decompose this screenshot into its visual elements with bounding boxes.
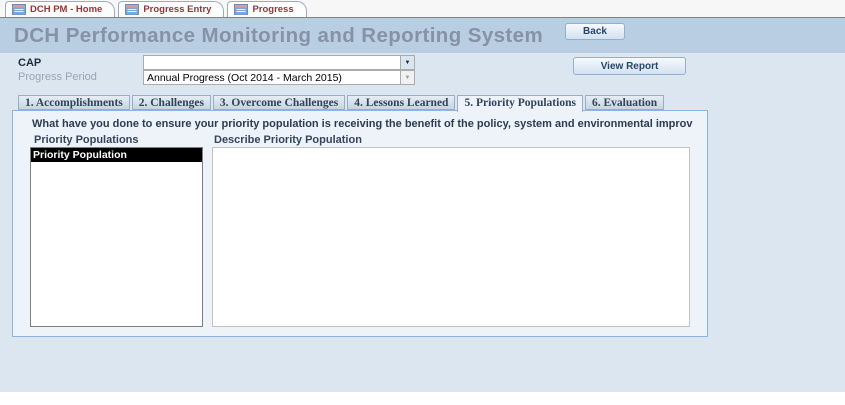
form-icon — [125, 4, 140, 15]
doc-tab-label: Progress — [252, 4, 294, 15]
cap-dropdown-arrow-icon[interactable]: ▼ — [400, 56, 414, 69]
doc-tab-label: Progress Entry — [143, 4, 212, 15]
tab-lessons-learned[interactable]: 4. Lessons Learned — [347, 95, 456, 110]
doc-tab-progress-entry[interactable]: Progress Entry — [118, 1, 225, 17]
tab-priority-populations[interactable]: 5. Priority Populations — [457, 95, 583, 112]
cap-label: CAP — [18, 57, 42, 69]
tab-accomplishments[interactable]: 1. Accomplishments — [18, 95, 130, 110]
tab-overcome-challenges[interactable]: 3. Overcome Challenges — [212, 95, 346, 110]
form-icon — [234, 4, 249, 15]
progress-period-combobox: Annual Progress (Oct 2014 - March 2015) … — [143, 70, 415, 85]
progress-period-label: Progress Period — [18, 71, 97, 83]
back-button[interactable]: Back — [565, 23, 625, 40]
priority-populations-list-label: Priority Populations — [34, 134, 139, 146]
bottom-white-strip — [0, 392, 845, 405]
priority-populations-listbox[interactable]: Priority Population — [30, 147, 203, 327]
cap-combobox-value[interactable] — [144, 56, 400, 69]
progress-period-value: Annual Progress (Oct 2014 - March 2015) — [147, 72, 342, 84]
doc-tab-label: DCH PM - Home — [30, 4, 103, 15]
header-band: DCH Performance Monitoring and Reporting… — [0, 17, 845, 53]
describe-priority-population-textarea[interactable] — [212, 147, 690, 327]
tab-evaluation[interactable]: 6. Evaluation — [584, 95, 665, 110]
page-title: DCH Performance Monitoring and Reporting… — [14, 24, 544, 47]
list-item-priority-population[interactable]: Priority Population — [31, 148, 202, 162]
priority-populations-panel: What have you done to ensure your priori… — [12, 110, 708, 337]
priority-population-question: What have you done to ensure your priori… — [32, 118, 693, 130]
cap-combobox[interactable]: ▼ — [143, 55, 415, 70]
form-icon — [12, 4, 26, 15]
doc-tab-progress[interactable]: Progress — [227, 1, 307, 17]
tab-challenges[interactable]: 2. Challenges — [131, 95, 211, 110]
describe-priority-population-label: Describe Priority Population — [214, 134, 362, 146]
section-tab-strip: 1. Accomplishments 2. Challenges 3. Over… — [18, 95, 666, 112]
progress-period-dropdown-arrow-icon: ▼ — [400, 71, 414, 84]
doc-tab-dch-pm-home[interactable]: DCH PM - Home — [5, 1, 116, 17]
document-tab-bar: DCH PM - Home Progress Entry Progress — [0, 0, 845, 17]
view-report-button[interactable]: View Report — [573, 57, 686, 75]
